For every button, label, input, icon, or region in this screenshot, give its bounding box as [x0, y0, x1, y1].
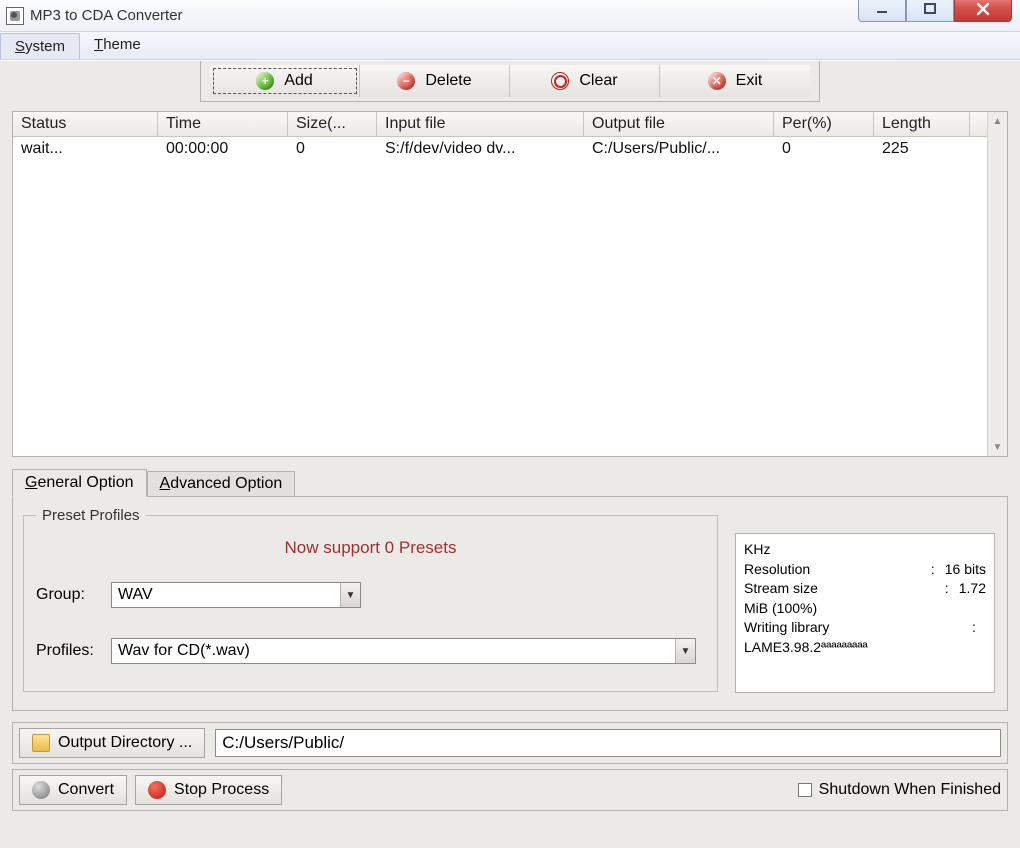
cell-time: 00:00:00: [158, 137, 288, 161]
stop-label: Stop Process: [174, 781, 269, 799]
tab-panel-general: Preset Profiles Now support 0 Presets Gr…: [12, 496, 1008, 711]
scroll-up-icon[interactable]: ▲: [988, 112, 1007, 130]
plus-icon: +: [256, 72, 274, 90]
cell-input: S:/f/dev/video dv...: [377, 137, 584, 161]
group-label: Group:: [36, 586, 111, 604]
titlebar: MP3 to CDA Converter: [0, 0, 1020, 32]
group-value: WAV: [112, 584, 340, 606]
add-button[interactable]: + Add: [210, 65, 360, 97]
profiles-label: Profiles:: [36, 642, 111, 660]
minimize-button[interactable]: [858, 0, 906, 22]
cell-length: 225: [874, 137, 970, 161]
folder-icon: [32, 734, 50, 752]
cell-output: C:/Users/Public/...: [584, 137, 774, 161]
workspace: + Add − Delete Clear ✕ Exit Status Time …: [0, 60, 1020, 848]
info-val: 1.72: [959, 579, 986, 599]
menu-theme[interactable]: Theme: [80, 32, 155, 59]
output-path-field[interactable]: C:/Users/Public/: [215, 729, 1001, 757]
col-length[interactable]: Length: [874, 112, 970, 136]
col-input[interactable]: Input file: [377, 112, 584, 136]
options-tabs: General Option Advanced Option Preset Pr…: [12, 469, 1008, 711]
list-scrollbar[interactable]: ▲ ▼: [987, 112, 1007, 456]
convert-icon: [32, 781, 50, 799]
clear-button[interactable]: Clear: [510, 65, 660, 97]
clear-icon: [551, 72, 569, 90]
profiles-value: Wav for CD(*.wav): [112, 640, 675, 662]
info-val: 16 bits: [945, 560, 986, 580]
info-key: Stream size: [744, 579, 945, 599]
minus-icon: −: [397, 72, 415, 90]
close-button[interactable]: [954, 0, 1012, 22]
preset-profiles-group: Preset Profiles Now support 0 Presets Gr…: [23, 507, 718, 692]
window-controls: [858, 0, 1012, 22]
maximize-button[interactable]: [906, 0, 954, 22]
action-bar: Convert Stop Process Shutdown When Finis…: [12, 769, 1008, 811]
col-size[interactable]: Size(...: [288, 112, 377, 136]
app-icon: [6, 7, 24, 25]
menubar: System Theme: [0, 32, 1020, 60]
scroll-down-icon[interactable]: ▼: [988, 438, 1007, 456]
preset-legend: Preset Profiles: [36, 507, 146, 524]
stop-process-button[interactable]: Stop Process: [135, 775, 282, 805]
list-header: Status Time Size(... Input file Output f…: [13, 112, 1007, 137]
info-key: Resolution: [744, 560, 931, 580]
preset-support-text: Now support 0 Presets: [36, 538, 705, 558]
tab-advanced[interactable]: Advanced Option: [147, 471, 296, 497]
cell-size: 0: [288, 137, 377, 161]
tabstrip: General Option Advanced Option: [12, 469, 1008, 497]
cell-per: 0: [774, 137, 874, 161]
exit-label: Exit: [736, 72, 763, 90]
checkbox-box[interactable]: [798, 783, 812, 797]
menu-system[interactable]: System: [0, 33, 80, 59]
info-line: MiB (100%): [744, 599, 986, 619]
stop-icon: [148, 781, 166, 799]
close-icon: ✕: [708, 72, 726, 90]
toolbar: + Add − Delete Clear ✕ Exit: [200, 61, 820, 102]
col-time[interactable]: Time: [158, 112, 288, 136]
file-list: Status Time Size(... Input file Output f…: [12, 111, 1008, 457]
convert-button[interactable]: Convert: [19, 775, 127, 805]
output-bar: Output Directory ... C:/Users/Public/: [12, 722, 1008, 764]
delete-label: Delete: [425, 72, 471, 90]
info-line: KHz: [744, 540, 986, 560]
clear-label: Clear: [579, 72, 617, 90]
output-directory-label: Output Directory ...: [58, 734, 192, 752]
info-line: LAME3.98.2ªªªªªªªªª: [744, 638, 986, 658]
info-key: Writing library: [744, 618, 972, 638]
chevron-down-icon[interactable]: ▼: [340, 583, 360, 607]
exit-button[interactable]: ✕ Exit: [660, 65, 810, 97]
col-status[interactable]: Status: [13, 112, 158, 136]
col-output[interactable]: Output file: [584, 112, 774, 136]
convert-label: Convert: [58, 781, 114, 799]
chevron-down-icon[interactable]: ▼: [675, 639, 695, 663]
media-info-box: KHz Resolution:16 bits Stream size:1.72 …: [735, 533, 995, 693]
profiles-combo[interactable]: Wav for CD(*.wav) ▼: [111, 638, 696, 664]
group-combo[interactable]: WAV ▼: [111, 582, 361, 608]
add-label: Add: [284, 72, 312, 90]
col-per[interactable]: Per(%): [774, 112, 874, 136]
table-row[interactable]: wait... 00:00:00 0 S:/f/dev/video dv... …: [13, 137, 1007, 161]
cell-status: wait...: [13, 137, 158, 161]
output-directory-button[interactable]: Output Directory ...: [19, 728, 205, 758]
tab-general[interactable]: General Option: [12, 469, 147, 497]
delete-button[interactable]: − Delete: [360, 65, 510, 97]
shutdown-label: Shutdown When Finished: [819, 781, 1001, 799]
shutdown-checkbox[interactable]: Shutdown When Finished: [798, 781, 1001, 799]
window-title: MP3 to CDA Converter: [30, 7, 183, 24]
